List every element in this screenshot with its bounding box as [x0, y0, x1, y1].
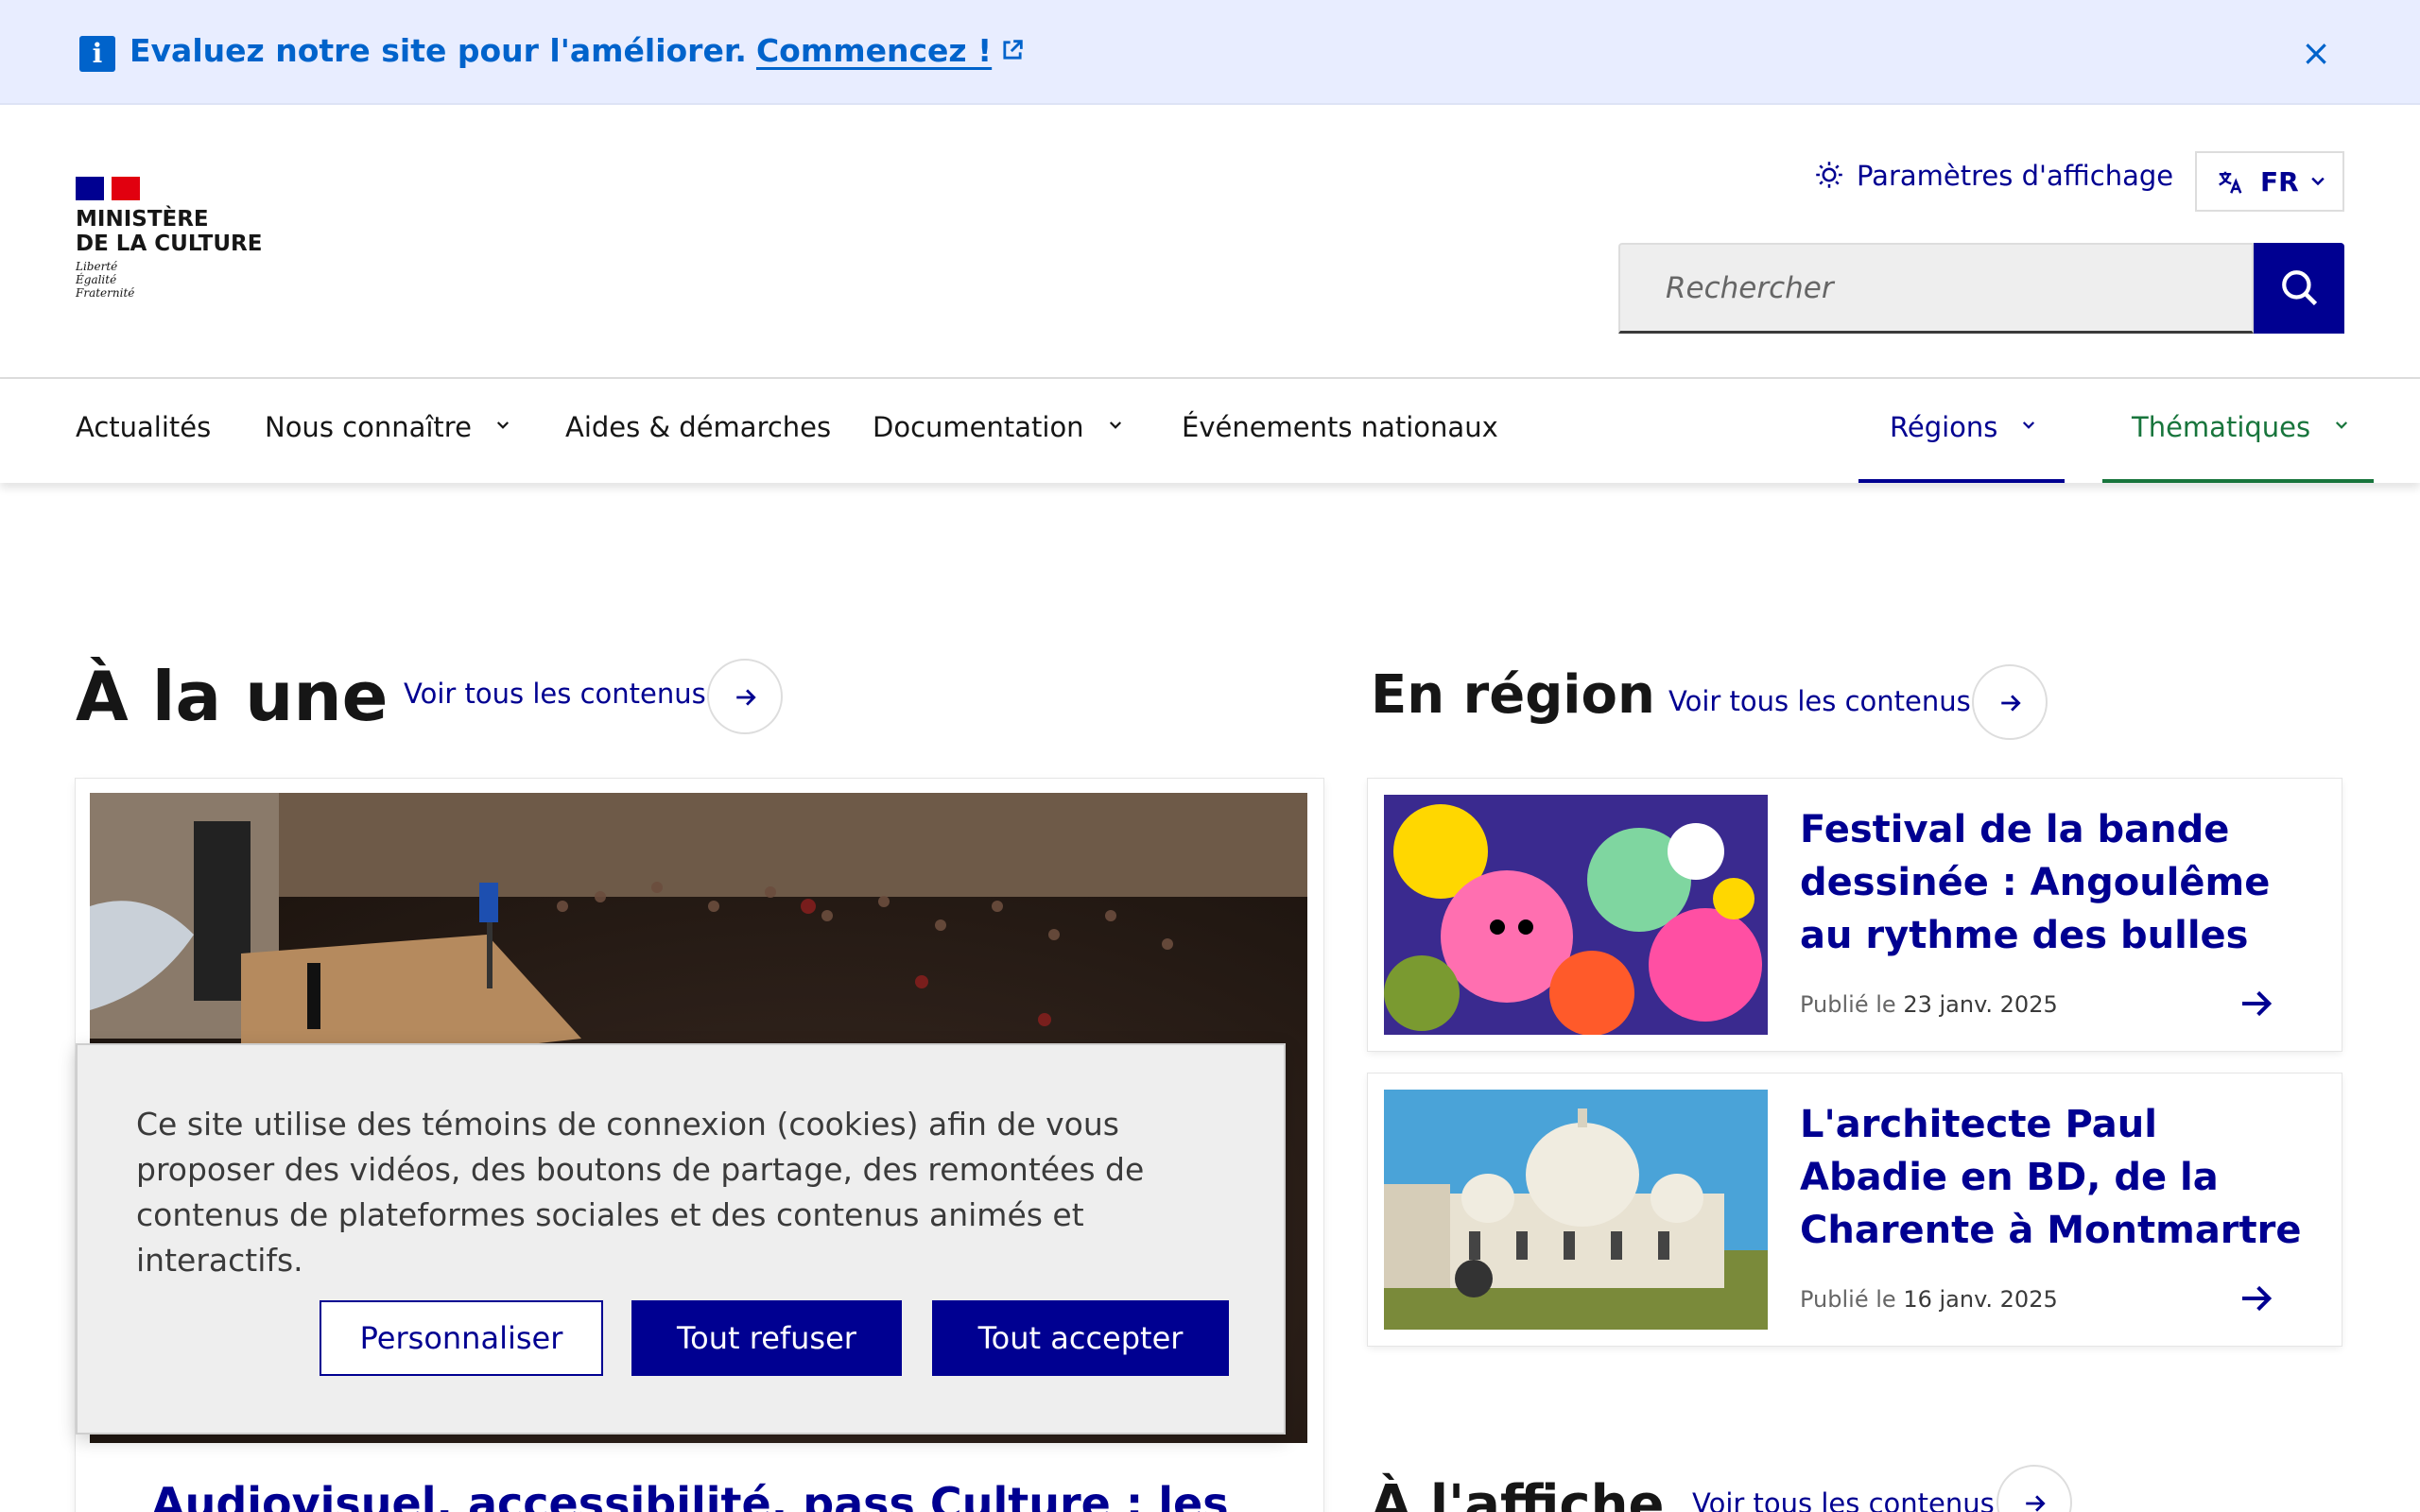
chevron-down-icon: [1109, 421, 1121, 429]
chevron-down-icon: [2311, 177, 2325, 186]
notice-start-link[interactable]: Commencez !: [756, 32, 1026, 69]
display-settings-button[interactable]: Paramètres d'affichage: [1815, 160, 2173, 192]
language-code: FR: [2260, 166, 2299, 198]
language-selector[interactable]: FR: [2195, 151, 2344, 212]
nav-item-nous-connaitre[interactable]: Nous connaître: [265, 411, 511, 443]
motto-liberte: Liberté: [76, 260, 118, 273]
chevron-down-icon: [2336, 421, 2348, 429]
cookie-consent-banner: Ce site utilise des témoins de connexion…: [76, 1043, 1286, 1435]
nav-item-documentation[interactable]: Documentation: [873, 411, 1124, 443]
published-prefix: Publié le: [1800, 991, 1896, 1018]
featured-article-title[interactable]: Audiovisuel, accessibilité, pass Culture…: [151, 1478, 1229, 1512]
comic-monsters-illustration: [1384, 795, 1768, 1035]
search-icon: [2282, 270, 2318, 306]
nav-item-aides-demarches[interactable]: Aides & démarches: [565, 411, 831, 443]
arrow-right-icon[interactable]: [2238, 1280, 2275, 1317]
nav-item-thematiques[interactable]: Thématiques: [2132, 411, 2350, 443]
site-header: MINISTÈRE DE LA CULTURE Liberté Égalité …: [0, 105, 2420, 379]
ministry-name: MINISTÈRE DE LA CULTURE: [76, 207, 262, 256]
published-prefix: Publié le: [1800, 1286, 1896, 1313]
close-icon[interactable]: ×: [2297, 34, 2335, 72]
section-title-a-l-affiche: À l'affiche: [1371, 1474, 1665, 1512]
notice-banner: i Evaluez notre site pour l'améliorer. Co…: [0, 0, 2420, 105]
chevron-down-icon: [496, 421, 509, 429]
nav-item-label: Documentation: [873, 411, 1084, 443]
notice-message: Evaluez notre site pour l'améliorer. Comm…: [130, 32, 1026, 69]
nav-item-regions[interactable]: Régions: [1890, 411, 2037, 443]
motto-egalite: Égalité: [76, 273, 117, 286]
section-title-en-region: En région: [1371, 664, 1655, 726]
nav-item-actualites[interactable]: Actualités: [76, 411, 211, 443]
cookie-accept-all-button[interactable]: Tout accepter: [932, 1300, 1229, 1376]
region-article-card[interactable]: Festival de la bande dessinée : Angoulêm…: [1368, 779, 2342, 1051]
published-date: 23 janv. 2025: [1903, 991, 2058, 1018]
region-article-image: [1384, 1090, 1768, 1330]
nav-item-label: Thématiques: [2132, 411, 2311, 443]
main-navigation: Actualités Nous connaître Aides & démarc…: [0, 379, 2420, 483]
notice-text: Evaluez notre site pour l'améliorer.: [130, 32, 747, 69]
cookie-customize-button[interactable]: Personnaliser: [320, 1300, 603, 1376]
info-icon: i: [79, 36, 115, 72]
nav-item-evenements-nationaux[interactable]: Événements nationaux: [1182, 411, 1498, 443]
logo-line-2: DE LA CULTURE: [76, 232, 263, 256]
nav-item-label: Régions: [1890, 411, 1998, 443]
see-all-a-l-affiche-button[interactable]: [1996, 1465, 2072, 1512]
logo-line-1: MINISTÈRE: [76, 207, 209, 232]
region-article-card[interactable]: L'architecte Paul Abadie en BD, de la Ch…: [1368, 1074, 2342, 1346]
region-article-title[interactable]: Festival de la bande dessinée : Angoulêm…: [1800, 803, 2310, 962]
published-date: 16 janv. 2025: [1903, 1286, 2058, 1313]
cookie-consent-text: Ce site utilise des témoins de connexion…: [136, 1106, 1145, 1279]
arrow-right-icon: [2001, 695, 2021, 712]
cookie-refuse-all-button[interactable]: Tout refuser: [631, 1300, 902, 1376]
republic-flag-icon: [76, 177, 140, 200]
translate-icon: [2219, 171, 2242, 194]
regions-underline: [1858, 479, 2065, 483]
see-all-en-region-link[interactable]: Voir tous les contenus: [1668, 685, 1971, 717]
see-all-a-l-affiche-link[interactable]: Voir tous les contenus: [1692, 1487, 1995, 1512]
theme-sun-icon: [1816, 162, 1842, 188]
notice-start-link-label: Commencez !: [755, 32, 993, 69]
region-article-image: [1384, 795, 1768, 1035]
republic-motto: Liberté Égalité Fraternité: [76, 260, 134, 300]
search-button[interactable]: [2254, 243, 2344, 334]
motto-fraternite: Fraternité: [76, 286, 135, 300]
themes-underline: [2102, 479, 2374, 483]
arrow-right-icon[interactable]: [2238, 985, 2275, 1022]
see-all-a-la-une-button[interactable]: [707, 659, 783, 734]
nav-item-label: Nous connaître: [265, 411, 472, 443]
region-article-date: Publié le 23 janv. 2025: [1800, 991, 2058, 1018]
region-article-title[interactable]: L'architecte Paul Abadie en BD, de la Ch…: [1800, 1098, 2310, 1257]
display-settings-label: Paramètres d'affichage: [1857, 160, 2174, 192]
see-all-a-la-une-link[interactable]: Voir tous les contenus: [404, 678, 706, 710]
region-article-date: Publié le 16 janv. 2025: [1800, 1286, 2058, 1313]
search-input[interactable]: [1618, 243, 2254, 334]
arrow-right-icon: [736, 689, 756, 706]
see-all-en-region-button[interactable]: [1972, 664, 2048, 740]
arrow-right-icon: [2026, 1495, 2046, 1512]
chevron-down-icon: [2023, 421, 2035, 429]
external-link-icon: [1003, 40, 1023, 60]
section-title-a-la-une: À la une: [76, 657, 389, 736]
basilica-illustration: [1384, 1090, 1768, 1330]
